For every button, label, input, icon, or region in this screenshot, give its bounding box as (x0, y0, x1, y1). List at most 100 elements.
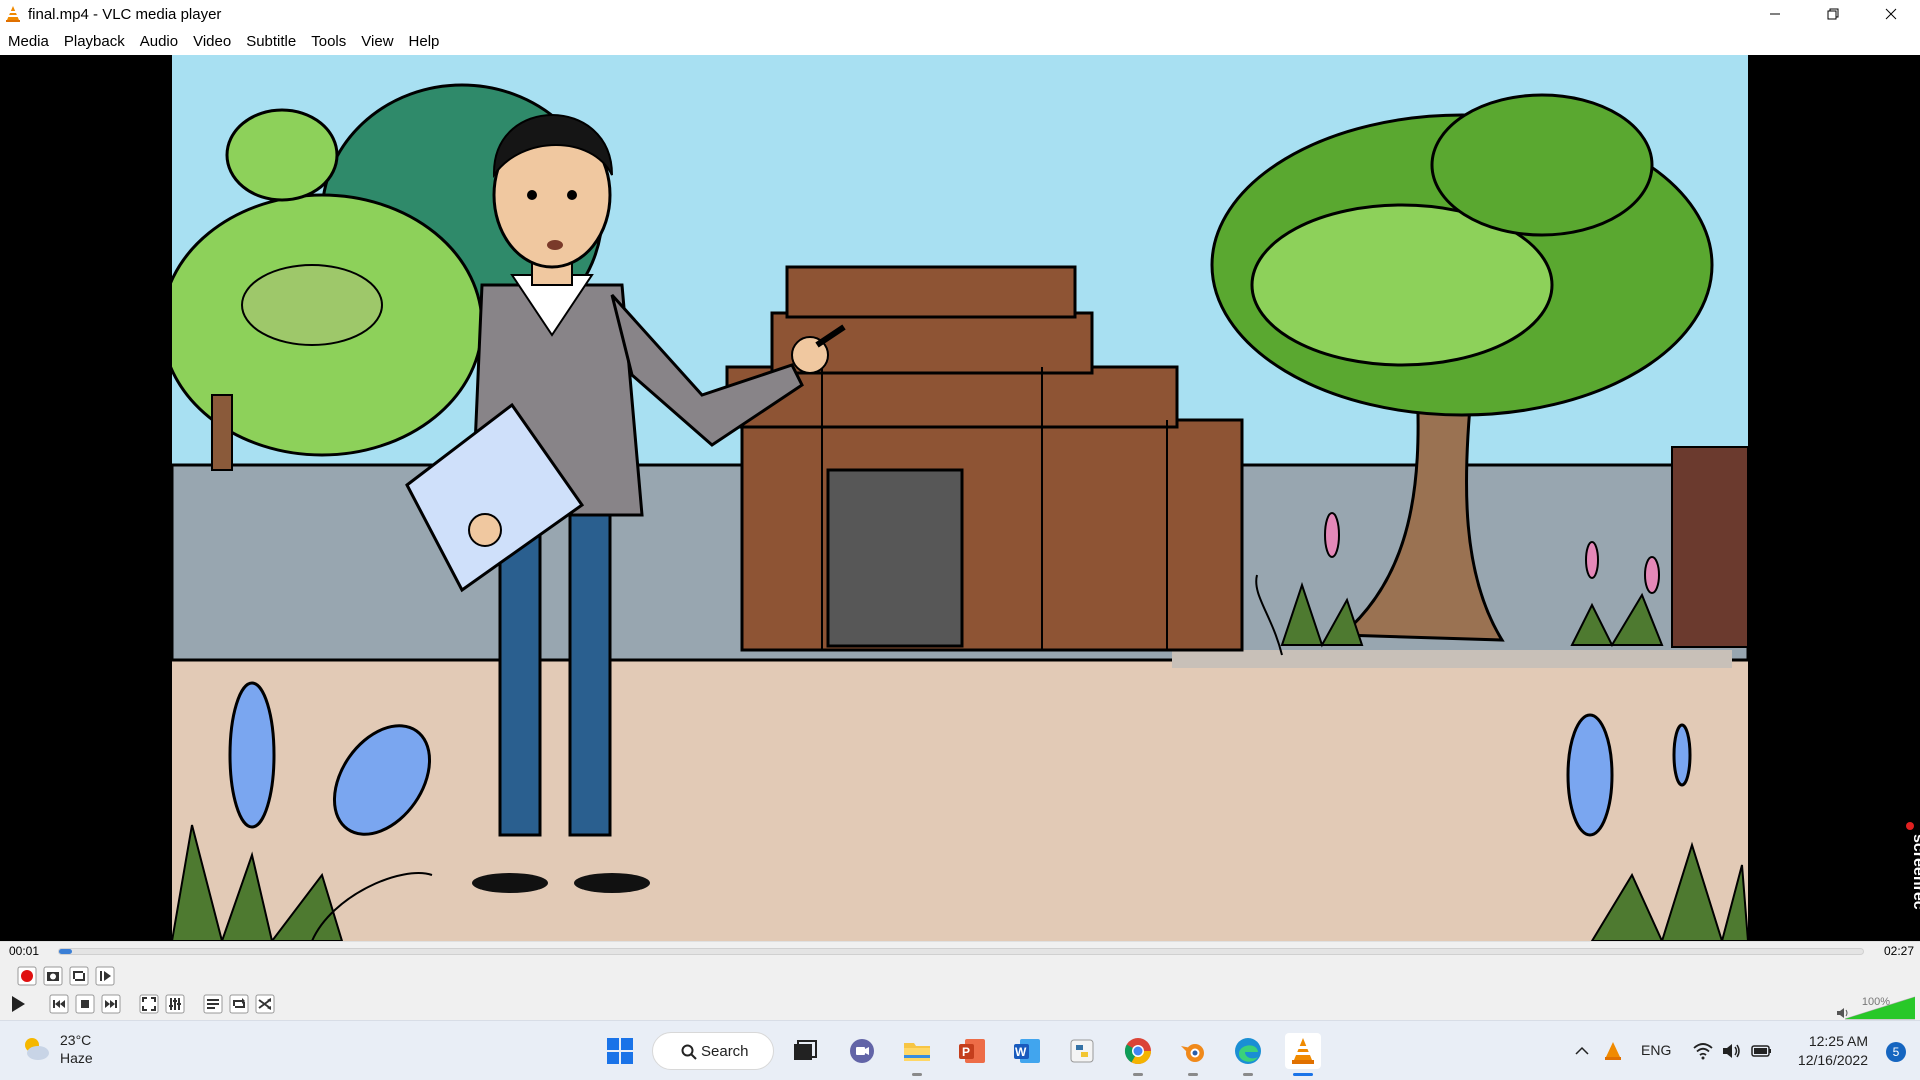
restore-button[interactable] (1804, 0, 1862, 28)
elapsed-time: 00:01 (9, 944, 40, 958)
fullscreen-icon (139, 994, 159, 1014)
next-icon (101, 994, 121, 1014)
clock-date: 12/16/2022 (1797, 1052, 1868, 1068)
play-icon (12, 996, 25, 1012)
loop-ab-icon (69, 966, 89, 986)
notification-badge[interactable]: 5 (1886, 1042, 1906, 1062)
loop-ab-button[interactable] (67, 964, 91, 988)
stop-icon (75, 994, 95, 1014)
total-duration: 02:27 (1883, 944, 1914, 958)
video-surface[interactable]: screenrec (0, 55, 1920, 941)
restore-icon (1827, 8, 1839, 20)
seek-progress (59, 949, 72, 954)
wifi-icon[interactable] (1693, 1042, 1713, 1060)
battery-icon[interactable] (1751, 1042, 1773, 1060)
blender-button[interactable] (1175, 1033, 1211, 1069)
menu-subtitle[interactable]: Subtitle (246, 33, 296, 50)
playlist-icon (203, 994, 223, 1014)
folder-icon (904, 1043, 930, 1061)
loop-button[interactable] (227, 992, 251, 1016)
chrome-button[interactable] (1120, 1033, 1156, 1069)
file-explorer-button[interactable] (899, 1033, 935, 1069)
snapshot-button[interactable] (41, 964, 65, 988)
word-button[interactable]: W (1009, 1033, 1045, 1069)
weather-widget[interactable]: 23°C Haze (20, 1031, 93, 1067)
edge-button[interactable] (1230, 1033, 1266, 1069)
previous-icon (49, 994, 69, 1014)
fullscreen-button[interactable] (137, 992, 161, 1016)
menu-media[interactable]: Media (8, 33, 49, 50)
windows-logo-icon (607, 1038, 633, 1064)
running-indicator (912, 1073, 922, 1076)
svg-text:W: W (1015, 1045, 1027, 1059)
chrome-icon (1124, 1038, 1152, 1065)
edge-icon (1235, 1038, 1261, 1064)
taskbar: 23°C Haze Search P W ENG 12:25 AM 12/16/… (0, 1020, 1920, 1080)
powerpoint-button[interactable]: P (954, 1033, 990, 1069)
active-indicator (1293, 1073, 1313, 1076)
clock-time: 12:25 AM (1808, 1033, 1868, 1049)
loop-icon (229, 994, 249, 1014)
shuffle-button[interactable] (253, 992, 277, 1016)
shuffle-icon (255, 994, 275, 1014)
search-icon (681, 1044, 697, 1060)
playback-controls: 00:01 02:27 100% (0, 941, 1920, 1020)
menu-view[interactable]: View (361, 33, 393, 50)
search-label: Search (701, 1042, 749, 1060)
chevron-up-icon[interactable] (1574, 1043, 1590, 1059)
menu-audio[interactable]: Audio (140, 33, 178, 50)
record-icon (17, 966, 37, 986)
menu-playback[interactable]: Playback (64, 33, 125, 50)
building-door (826, 468, 964, 648)
menu-help[interactable]: Help (409, 33, 440, 50)
menu-tools[interactable]: Tools (311, 33, 346, 50)
vlc-cone-icon (1292, 1038, 1314, 1064)
frame-step-button[interactable] (93, 964, 117, 988)
video-frame (172, 55, 1748, 941)
svg-text:P: P (962, 1045, 970, 1059)
window-title: final.mp4 - VLC media player (28, 5, 222, 23)
title-bar: final.mp4 - VLC media player (0, 0, 1920, 28)
extended-settings-button[interactable] (163, 992, 187, 1016)
menu-video[interactable]: Video (193, 33, 231, 50)
play-button[interactable] (6, 992, 30, 1016)
screenrec-watermark-text: screenrec (1910, 834, 1920, 910)
weather-haze-icon (25, 1038, 49, 1060)
menu-bar: Media Playback Audio Video Subtitle Tool… (0, 28, 1920, 55)
task-view-button[interactable] (787, 1033, 823, 1069)
minimize-button[interactable] (1746, 0, 1804, 28)
language-indicator[interactable]: ENG (1641, 1042, 1671, 1058)
weather-description: Haze (60, 1050, 93, 1066)
word-icon: W (1014, 1039, 1040, 1063)
running-indicator (1243, 1073, 1253, 1076)
running-indicator (1133, 1073, 1143, 1076)
running-indicator (1188, 1073, 1198, 1076)
taskbar-search[interactable]: Search (652, 1032, 774, 1070)
powerpoint-icon: P (959, 1039, 985, 1063)
teams-chat-button[interactable] (844, 1033, 880, 1069)
vlc-taskbar-button[interactable] (1285, 1033, 1321, 1069)
previous-button[interactable] (47, 992, 71, 1016)
stop-button[interactable] (73, 992, 97, 1016)
python-icon (1070, 1039, 1094, 1063)
camera-icon (43, 966, 63, 986)
vlc-tray-icon[interactable] (1603, 1041, 1623, 1061)
equalizer-icon (165, 994, 185, 1014)
seek-bar[interactable] (58, 948, 1864, 955)
system-clock[interactable]: 12:25 AM 12/16/2022 (1798, 1032, 1868, 1070)
screenrec-watermark: screenrec (1906, 822, 1920, 910)
close-button[interactable] (1862, 0, 1920, 28)
frame-step-icon (95, 966, 115, 986)
python-button[interactable] (1064, 1033, 1100, 1069)
record-button[interactable] (15, 964, 39, 988)
volume-tray-icon[interactable] (1722, 1042, 1742, 1060)
weather-temperature: 23°C (60, 1032, 92, 1048)
next-button[interactable] (99, 992, 123, 1016)
playlist-button[interactable] (201, 992, 225, 1016)
close-icon (1885, 8, 1897, 20)
start-button[interactable] (602, 1033, 638, 1069)
blender-icon (1181, 1044, 1204, 1062)
volume-slider[interactable] (1845, 996, 1915, 1020)
chat-icon (850, 1039, 874, 1063)
minimize-icon (1770, 13, 1780, 15)
